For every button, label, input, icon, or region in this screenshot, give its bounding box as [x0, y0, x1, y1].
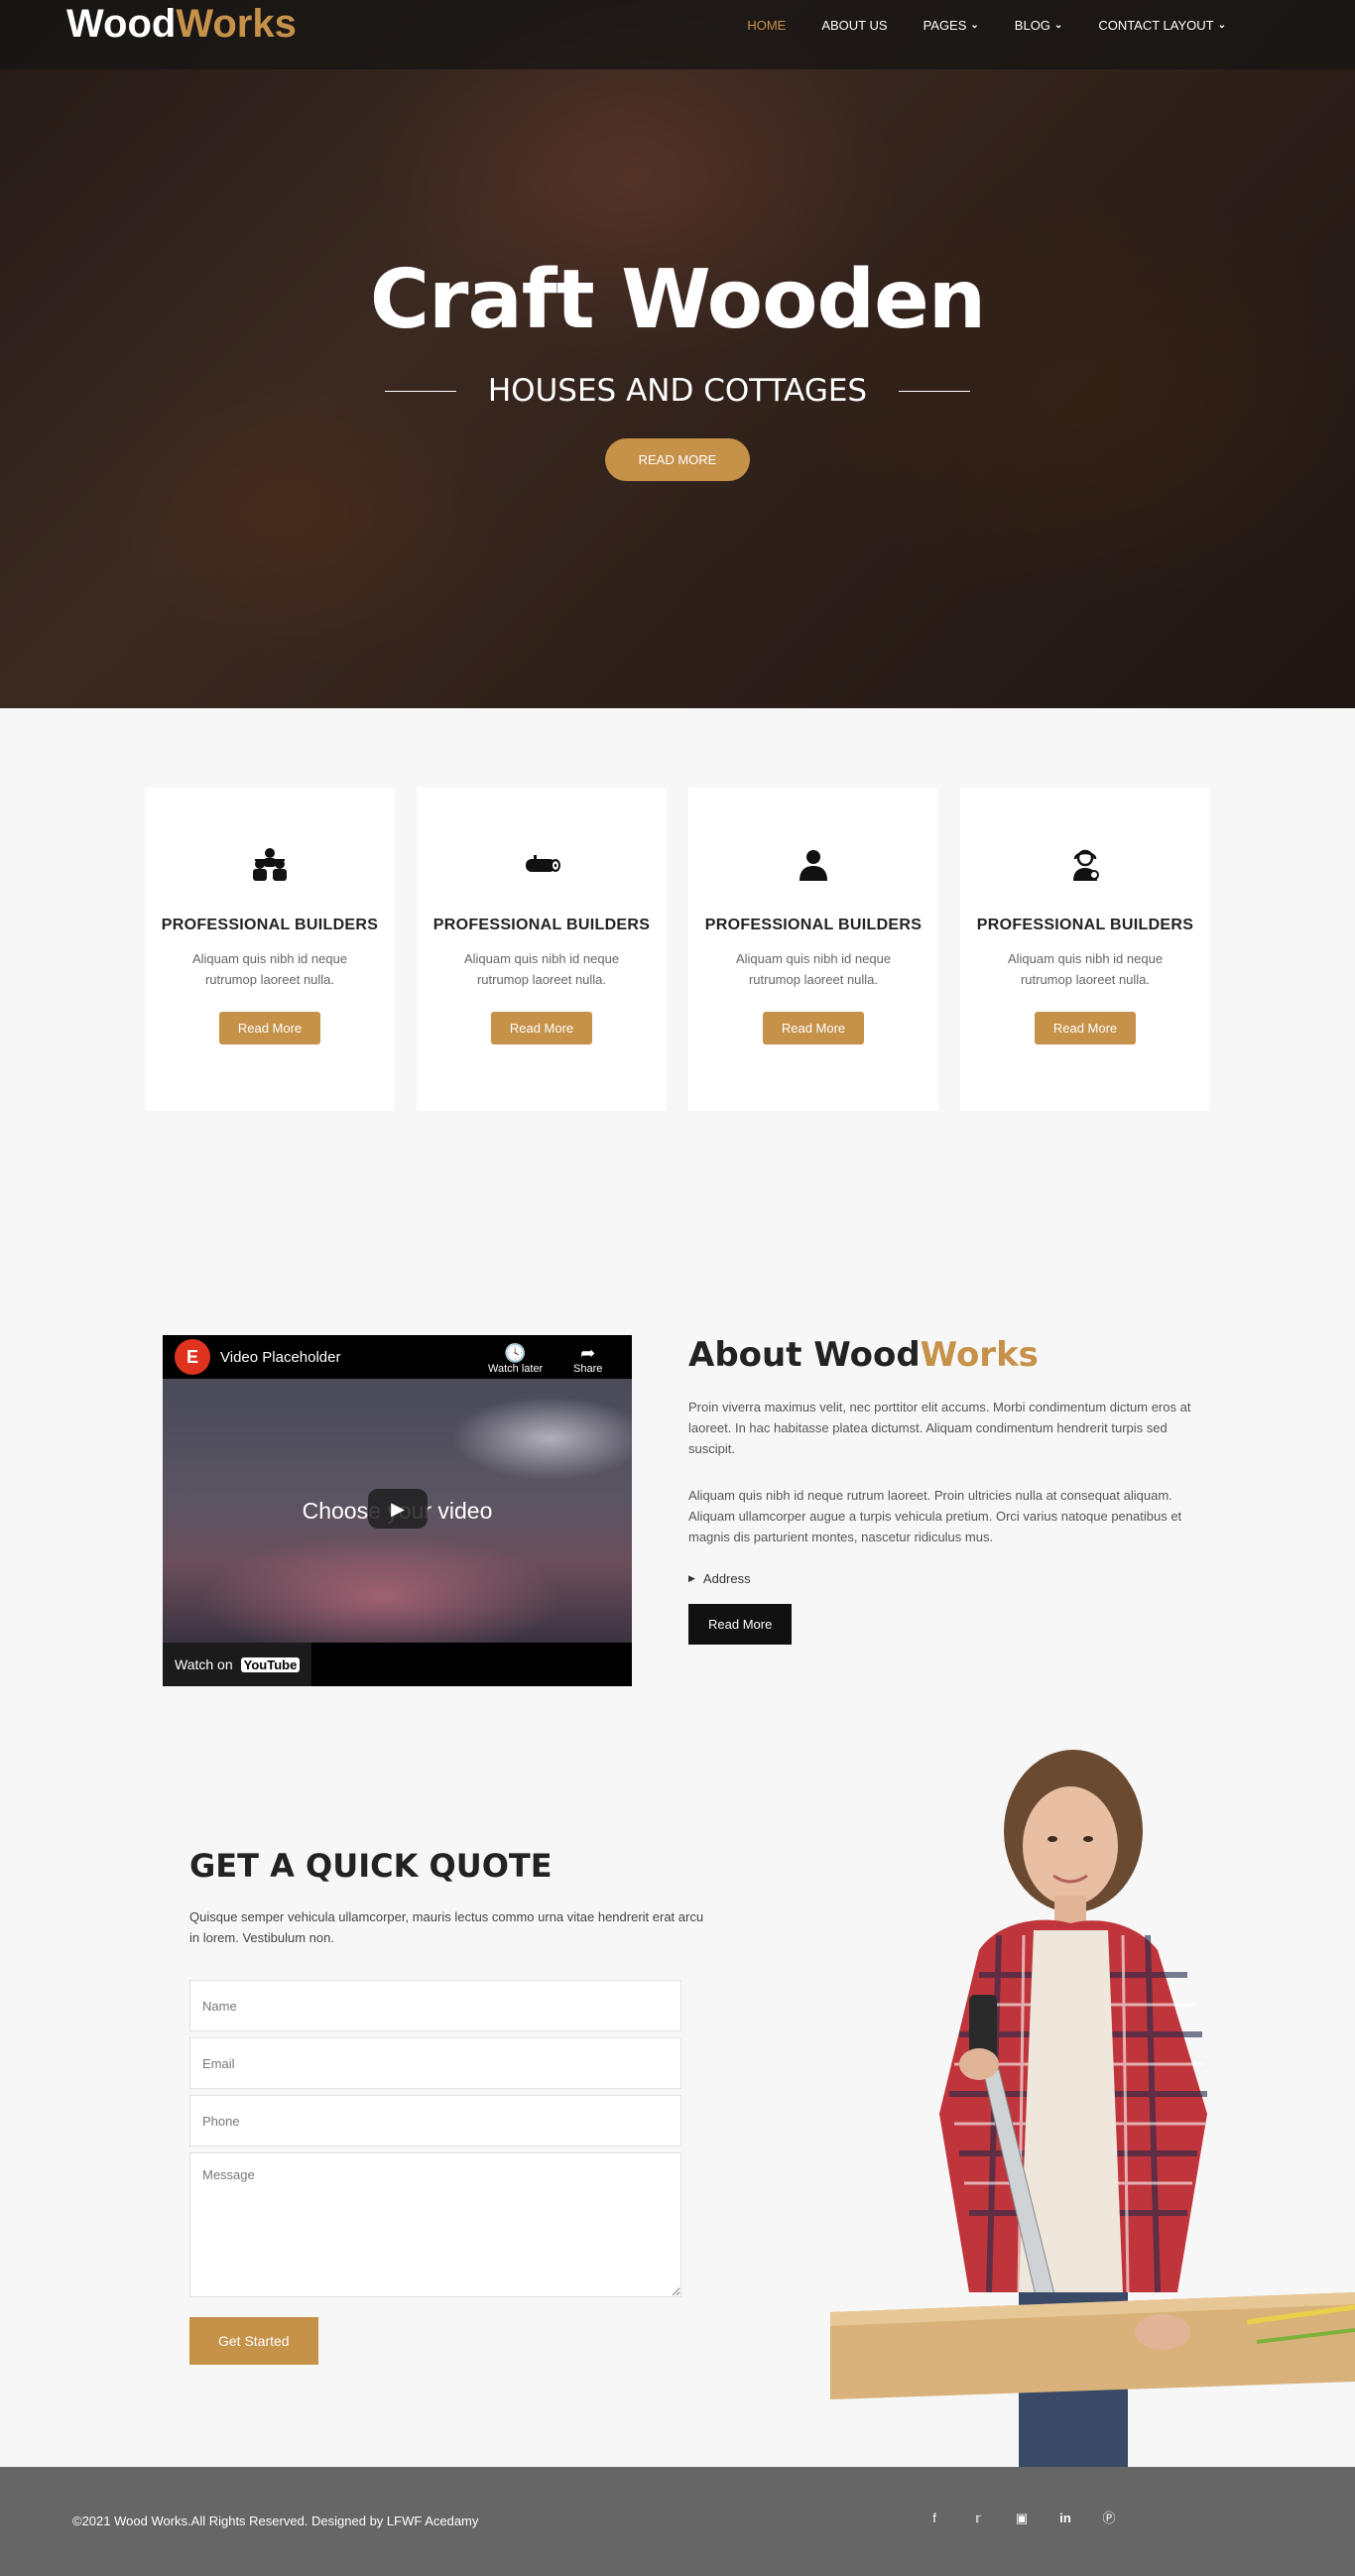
- nav-pages[interactable]: PAGES ⌄: [924, 18, 979, 33]
- video-player[interactable]: E Video Placeholder 🕓 Watch later ➦ Shar…: [163, 1335, 632, 1686]
- nav-home-label: HOME: [747, 18, 787, 33]
- logo-text-wood: Wood: [66, 2, 177, 46]
- video-header: E Video Placeholder: [163, 1335, 632, 1379]
- logo-text-works: Works: [176, 2, 297, 46]
- nav-contact-layout[interactable]: CONTACT LAYOUT ⌄: [1098, 18, 1226, 33]
- feature-title: PROFESSIONAL BUILDERS: [161, 917, 379, 933]
- address-label: Address: [702, 1571, 751, 1586]
- quote-form-area: GET A QUICK QUOTE Quisque semper vehicul…: [189, 1847, 705, 2365]
- about-section: E Video Placeholder 🕓 Watch later ➦ Shar…: [0, 1226, 1355, 1737]
- about-text: About WoodWorks Proin viverra maximus ve…: [688, 1335, 1194, 1645]
- feature-title: PROFESSIONAL BUILDERS: [976, 917, 1194, 933]
- about-paragraph: Aliquam quis nibh id neque rutrum laoree…: [688, 1488, 1182, 1544]
- clock-icon: 🕓: [504, 1343, 527, 1363]
- log-icon: [520, 843, 563, 887]
- about-paragraph: Proin viverra maximus velit, nec porttit…: [688, 1400, 1191, 1456]
- facebook-icon[interactable]: f: [924, 2509, 944, 2528]
- quote-title: GET A QUICK QUOTE: [189, 1847, 553, 1885]
- watch-on-label: Watch on: [175, 1656, 233, 1672]
- main-nav: HOME ABOUT US PAGES ⌄ BLOG ⌄ CONTACT LAYOU…: [747, 18, 1226, 33]
- about-read-more-button[interactable]: Read More: [688, 1604, 793, 1645]
- chevron-down-icon: ⌄: [970, 20, 979, 31]
- feature-read-more-button[interactable]: Read More: [218, 1012, 321, 1044]
- divider-line: [384, 390, 456, 392]
- hero-title: Craft Wooden: [369, 253, 986, 347]
- hero-subtitle: HOUSES AND COTTAGES: [487, 373, 868, 409]
- share-button[interactable]: ➦ Share: [573, 1343, 602, 1375]
- feature-card: PROFESSIONAL BUILDERS Aliquam quis nibh …: [417, 788, 667, 1111]
- phone-field[interactable]: [189, 2095, 681, 2147]
- hero-section: WoodWorks HOME ABOUT US PAGES ⌄ BLOG ⌄ CON…: [0, 0, 1355, 708]
- message-field[interactable]: [189, 2152, 681, 2297]
- about-title-part1: About Wood: [688, 1335, 921, 1375]
- quote-section: GET A QUICK QUOTE Quisque semper vehicul…: [0, 1737, 1355, 2467]
- workers-icon: [248, 843, 292, 887]
- support-agent-icon: [1063, 843, 1107, 887]
- social-links: f 𝕣 ▣ in Ⓟ: [924, 2509, 1119, 2528]
- person-icon: [792, 843, 835, 887]
- feature-read-more-button[interactable]: Read More: [762, 1012, 865, 1044]
- feature-card: PROFESSIONAL BUILDERS Aliquam quis nibh …: [688, 788, 938, 1111]
- site-logo[interactable]: WoodWorks: [66, 0, 297, 48]
- share-label: Share: [573, 1363, 603, 1375]
- hero-subtitle-row: HOUSES AND COTTAGES: [0, 373, 1355, 409]
- chevron-down-icon: ⌄: [1053, 20, 1063, 31]
- twitter-icon[interactable]: 𝕣: [968, 2509, 988, 2528]
- divider-line: [899, 390, 971, 392]
- get-started-button[interactable]: Get Started: [189, 2317, 318, 2365]
- quote-description: Quisque semper vehicula ullamcorper, mau…: [189, 1909, 704, 1945]
- hero-read-more-button[interactable]: READ MORE: [604, 438, 751, 481]
- feature-card: PROFESSIONAL BUILDERS Aliquam quis nibh …: [145, 788, 395, 1111]
- feature-text: Aliquam quis nibh id neque rutrumop laor…: [463, 951, 620, 987]
- feature-read-more-button[interactable]: Read More: [490, 1012, 593, 1044]
- pinterest-icon[interactable]: Ⓟ: [1099, 2509, 1119, 2528]
- nav-blog-label: BLOG: [1014, 18, 1050, 33]
- play-icon: ▶: [391, 1498, 405, 1519]
- youtube-logo-icon: YouTube: [240, 1656, 301, 1672]
- feature-title: PROFESSIONAL BUILDERS: [704, 917, 923, 933]
- hero-content: Craft Wooden HOUSES AND COTTAGES READ MO…: [0, 253, 1355, 481]
- carpenter-photo: [830, 1737, 1355, 2467]
- features-section: PROFESSIONAL BUILDERS Aliquam quis nibh …: [0, 708, 1355, 1226]
- site-footer: ©2021 Wood Works.All Rights Reserved. De…: [0, 2467, 1355, 2576]
- top-navbar: WoodWorks HOME ABOUT US PAGES ⌄ BLOG ⌄ CON…: [0, 0, 1355, 69]
- feature-cards: PROFESSIONAL BUILDERS Aliquam quis nibh …: [145, 788, 1210, 1111]
- feature-read-more-button[interactable]: Read More: [1034, 1012, 1137, 1044]
- nav-contact-layout-label: CONTACT LAYOUT: [1098, 18, 1214, 33]
- nav-home[interactable]: HOME: [747, 18, 786, 33]
- feature-title: PROFESSIONAL BUILDERS: [432, 917, 651, 933]
- linkedin-icon[interactable]: in: [1055, 2509, 1075, 2528]
- watch-on-youtube[interactable]: Watch on YouTube: [163, 1643, 312, 1686]
- nav-about-us[interactable]: ABOUT US: [821, 18, 887, 33]
- nav-pages-label: PAGES: [923, 18, 967, 33]
- address-toggle[interactable]: ▶ Address: [688, 1571, 1194, 1586]
- feature-card: PROFESSIONAL BUILDERS Aliquam quis nibh …: [960, 788, 1210, 1111]
- about-title: About WoodWorks: [688, 1335, 1194, 1375]
- caret-right-icon: ▶: [688, 1573, 695, 1583]
- watch-later-button[interactable]: 🕓 Watch later: [488, 1343, 543, 1375]
- feature-text: Aliquam quis nibh id neque rutrumop laor…: [1007, 951, 1164, 987]
- name-field[interactable]: [189, 1980, 681, 2031]
- nav-about-us-label: ABOUT US: [821, 18, 888, 33]
- nav-blog[interactable]: BLOG ⌄: [1015, 18, 1063, 33]
- play-button[interactable]: ▶: [368, 1489, 428, 1529]
- email-field[interactable]: [189, 2037, 681, 2089]
- feature-text: Aliquam quis nibh id neque rutrumop laor…: [191, 951, 348, 987]
- feature-text: Aliquam quis nibh id neque rutrumop laor…: [735, 951, 892, 987]
- watch-later-label: Watch later: [488, 1363, 544, 1375]
- elementor-logo-icon: E: [175, 1339, 210, 1375]
- instagram-icon[interactable]: ▣: [1012, 2509, 1032, 2528]
- video-title[interactable]: Video Placeholder: [220, 1349, 340, 1366]
- copyright-text: ©2021 Wood Works.All Rights Reserved. De…: [72, 2514, 479, 2528]
- share-icon: ➦: [580, 1343, 596, 1363]
- chevron-down-icon: ⌄: [1217, 20, 1226, 31]
- about-title-part2: Works: [920, 1335, 1039, 1375]
